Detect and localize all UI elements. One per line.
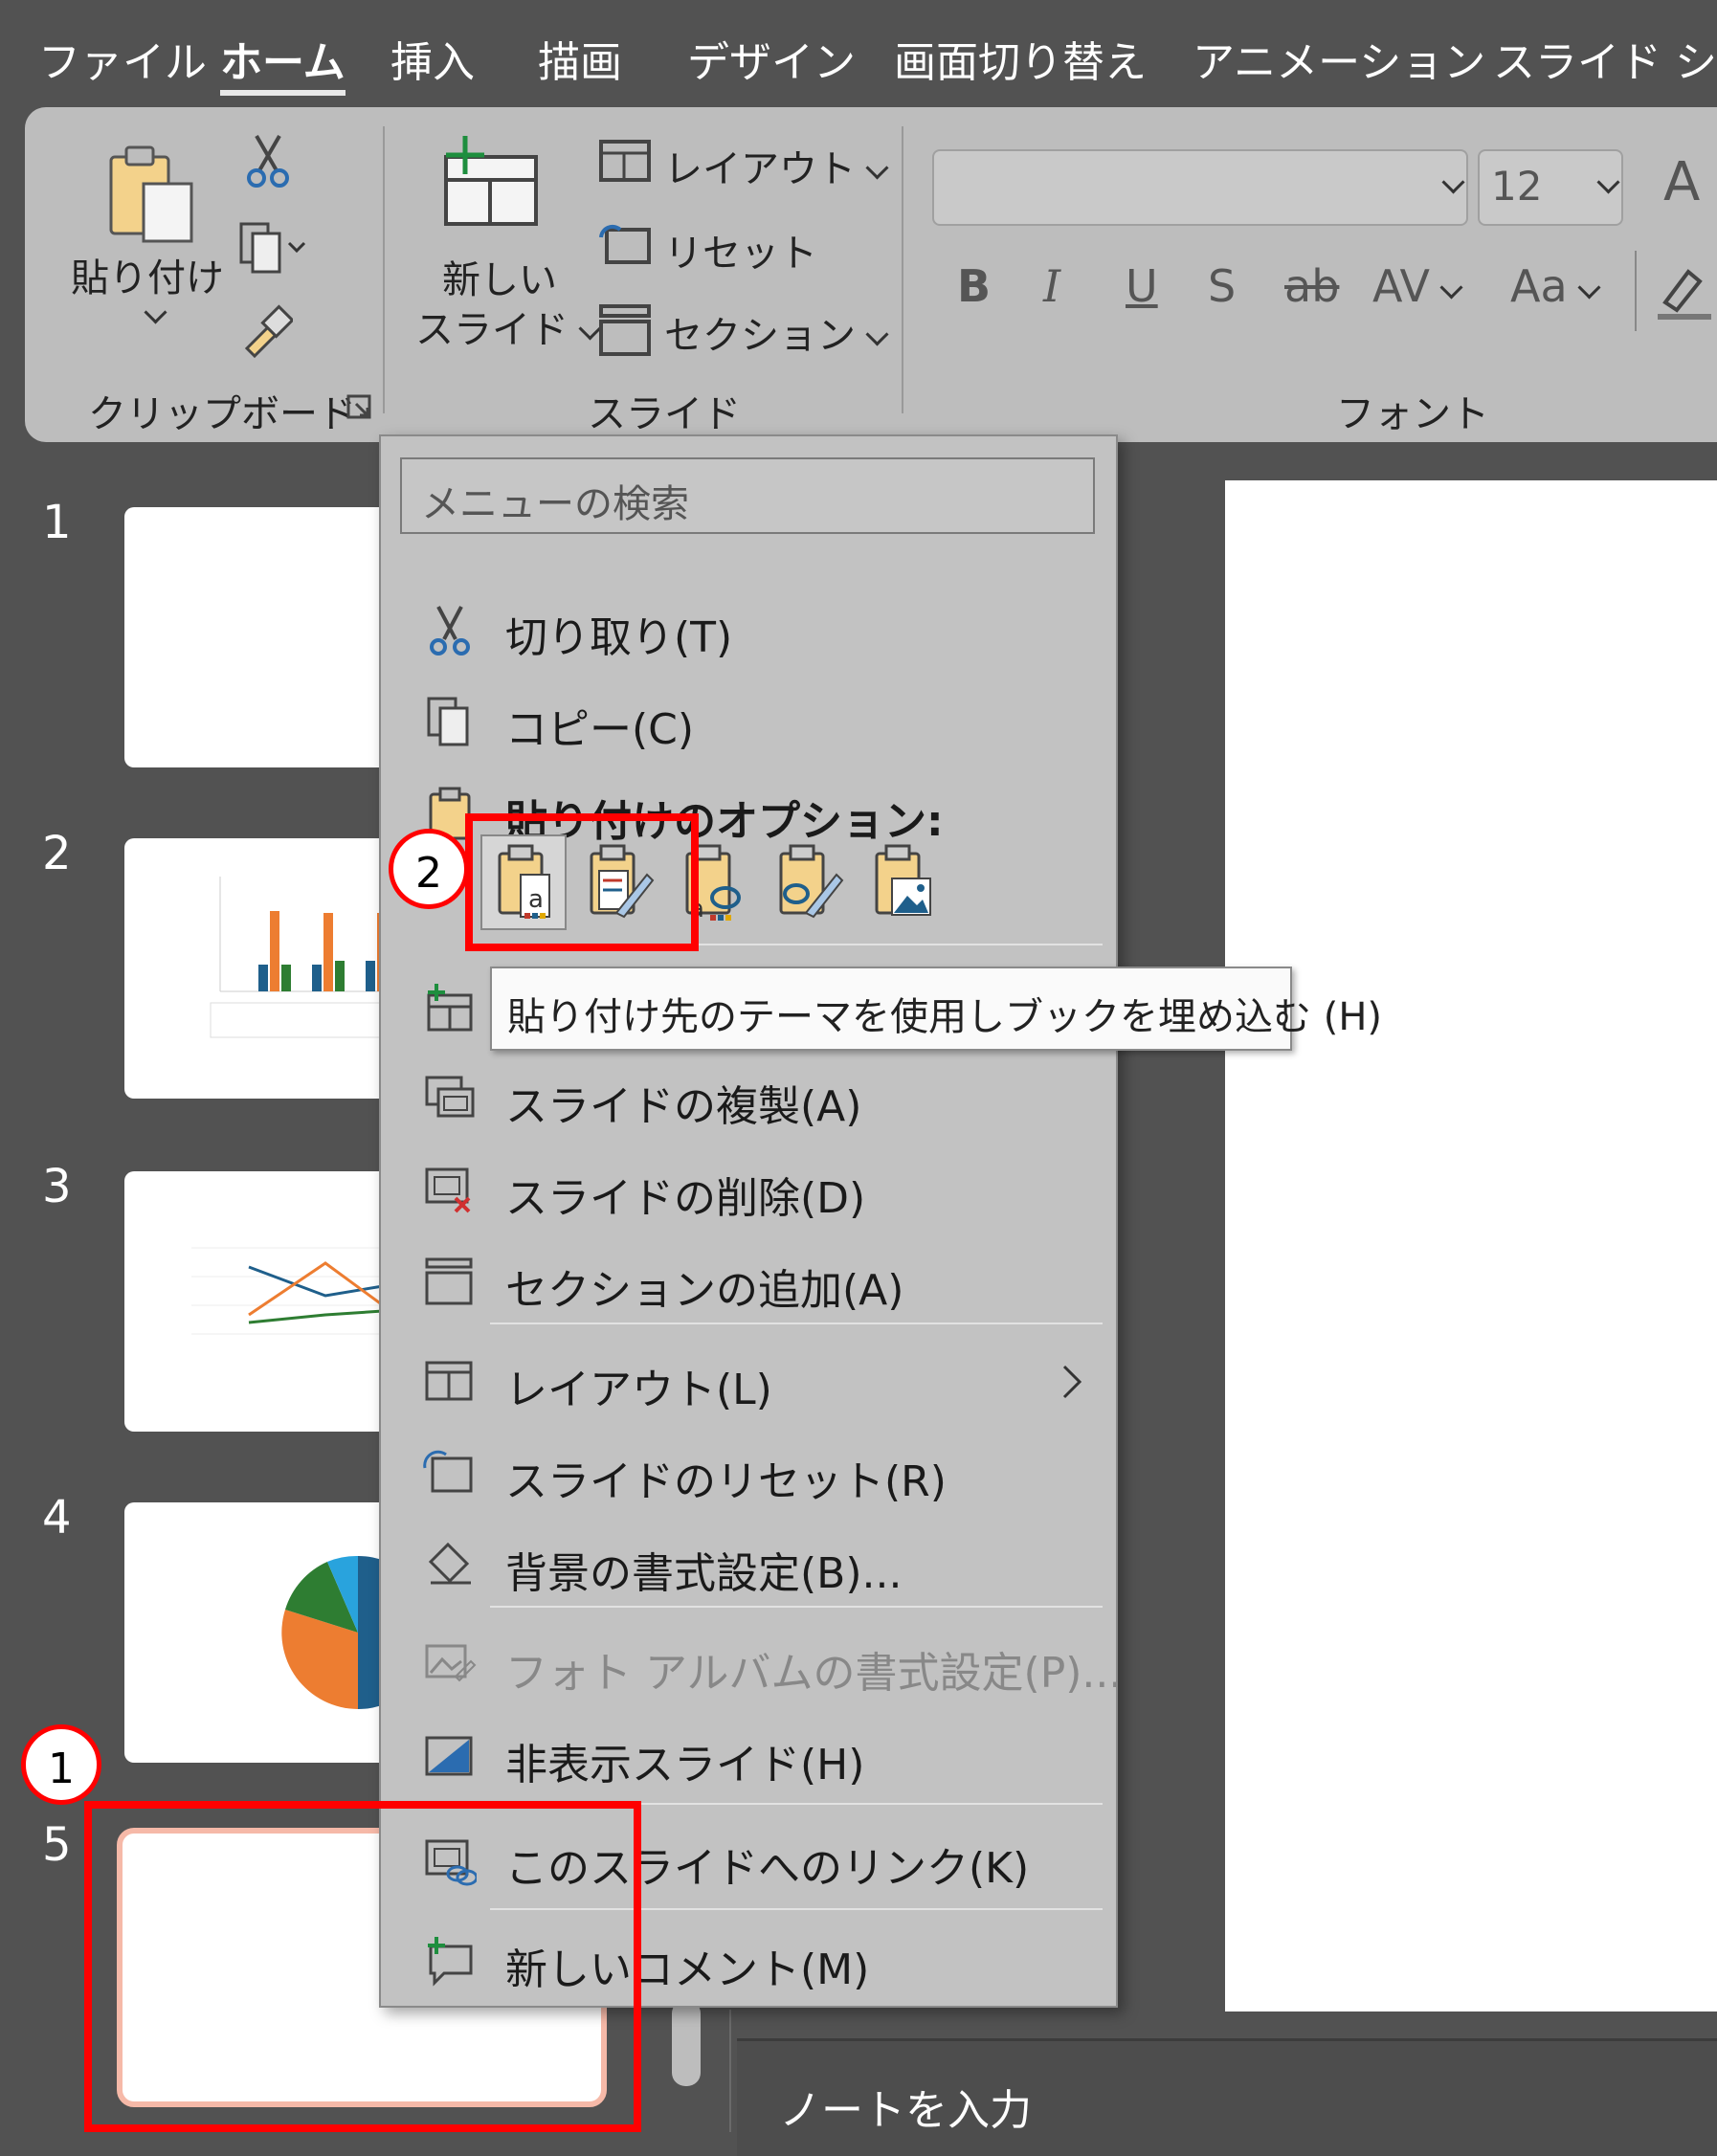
layout-icon[interactable] <box>599 140 651 186</box>
menu-item-label: 切り取り(T) <box>505 613 733 662</box>
layout-button[interactable]: レイアウト <box>664 138 889 193</box>
copy-icon <box>427 697 469 746</box>
paste-button[interactable] <box>105 142 197 245</box>
underline-button[interactable]: U <box>1126 260 1158 312</box>
change-case-button[interactable]: Aa <box>1510 260 1601 312</box>
menu-separator <box>490 1322 1103 1324</box>
new-slide-label-1: 新しい <box>442 258 557 302</box>
format-painter-icon[interactable] <box>239 304 295 362</box>
paste-link-data-icon[interactable] <box>768 836 850 928</box>
tab-transitions[interactable]: 画面切り替え <box>894 34 1147 92</box>
hide-slide-icon <box>425 1736 473 1776</box>
menu-item-label: 非表示スライド(H) <box>505 1741 865 1789</box>
reset-icon[interactable] <box>599 224 651 270</box>
clipboard-group-label: クリップボード <box>88 392 356 436</box>
menu-search-input[interactable]: メニューの検索 <box>400 457 1095 534</box>
paste-picture-icon[interactable] <box>863 836 946 928</box>
duplicate-slide-icon <box>425 1076 475 1118</box>
tab-draw[interactable]: 描画 <box>538 34 622 92</box>
panel-divider <box>729 2010 731 2132</box>
menu-item-hide-slide[interactable]: 非表示スライド(H) <box>381 1717 1116 1797</box>
notes-placeholder: ノートを入力 <box>779 2086 1032 2135</box>
tab-design[interactable]: デザイン <box>687 34 856 92</box>
ribbon-separator <box>1635 251 1637 331</box>
photo-album-icon <box>425 1644 477 1682</box>
delete-slide-icon <box>425 1167 471 1213</box>
cut-icon[interactable] <box>245 134 291 191</box>
shadow-button[interactable]: S <box>1208 260 1236 312</box>
format-background-icon <box>428 1542 471 1585</box>
notes-pane[interactable]: ノートを入力 <box>737 2038 1717 2156</box>
character-spacing-button[interactable]: AV <box>1372 260 1463 312</box>
menu-item-label: スライドのリセット(R) <box>505 1457 947 1506</box>
ribbon-separator <box>383 126 385 413</box>
tab-animations[interactable]: アニメーション <box>1193 34 1485 92</box>
highlight-icon[interactable] <box>1656 264 1713 325</box>
menu-item-label: スライドの複製(A) <box>505 1082 862 1131</box>
new-slide-icon[interactable] <box>440 132 540 232</box>
paste-option-tooltip: 貼り付け先のテーマを使用しブックを埋め込む (H) <box>490 967 1382 1051</box>
menu-item-label: レイアウト(L) <box>505 1366 772 1414</box>
menu-item-add-section[interactable]: セクションの追加(A) <box>381 1242 1116 1322</box>
chevron-right-icon <box>1062 1365 1082 1399</box>
slide-number: 1 <box>42 496 72 549</box>
slide-canvas[interactable] <box>1225 480 1717 2012</box>
annotation-badge-1: 1 <box>21 1724 101 1805</box>
bold-button[interactable]: B <box>957 260 991 312</box>
new-slide-icon <box>427 984 473 1032</box>
paste-icon <box>109 145 193 243</box>
strikethrough-button[interactable]: ab <box>1284 260 1339 312</box>
menu-item-delete-slide[interactable]: スライドの削除(D) <box>381 1150 1116 1231</box>
copy-icon[interactable] <box>239 222 306 279</box>
annotation-box-slide-5 <box>84 1801 641 2132</box>
tab-slideshow[interactable]: スライド ショー <box>1493 34 1717 92</box>
cut-icon <box>430 606 470 656</box>
section-button[interactable]: セクション <box>664 304 889 360</box>
tab-home[interactable]: ホーム <box>220 34 346 96</box>
menu-item-label: セクションの追加(A) <box>505 1266 904 1315</box>
layout-icon <box>425 1361 473 1401</box>
new-slide-label-2[interactable]: スライド <box>415 299 602 354</box>
slide-number: 5 <box>42 1818 72 1872</box>
menu-item-duplicate-slide[interactable]: スライドの複製(A) <box>381 1058 1116 1139</box>
menu-item-layout[interactable]: レイアウト(L) <box>381 1342 1116 1422</box>
tab-file[interactable]: ファイル <box>38 34 207 92</box>
menu-search-placeholder: メニューの検索 <box>421 482 689 526</box>
section-icon <box>425 1257 473 1305</box>
menu-item-copy[interactable]: コピー(C) <box>381 681 1116 762</box>
menu-item-reset-slide[interactable]: スライドのリセット(R) <box>381 1434 1116 1514</box>
paste-dropdown[interactable] <box>134 300 167 330</box>
font-size-select[interactable]: 12 <box>1478 149 1623 226</box>
slides-group-label: スライド <box>588 392 741 436</box>
paste-label: 貼り付け <box>71 256 224 300</box>
reset-icon <box>423 1450 473 1493</box>
section-icon[interactable] <box>599 304 651 360</box>
menu-item-label: コピー(C) <box>505 705 695 754</box>
slide-number: 2 <box>42 827 72 880</box>
tooltip-text: 貼り付け先のテーマを使用しブックを埋め込む (H) <box>507 995 1383 1039</box>
font-name-select[interactable] <box>932 149 1468 226</box>
annotation-badge-2: 2 <box>389 829 469 909</box>
grow-font-button[interactable]: A <box>1663 151 1700 213</box>
menu-item-label: 背景の書式設定(B)... <box>505 1549 903 1598</box>
menu-item-label: フォト アルバムの書式設定(P)... <box>505 1649 1123 1698</box>
menu-separator <box>490 1606 1103 1608</box>
menu-item-photo-album: フォト アルバムの書式設定(P)... <box>381 1625 1122 1705</box>
italic-button[interactable]: I <box>1043 260 1060 312</box>
ribbon-separator <box>902 126 903 413</box>
menu-item-label: スライドの削除(D) <box>505 1174 866 1223</box>
menu-item-format-background[interactable]: 背景の書式設定(B)... <box>381 1525 1116 1606</box>
slide-number: 3 <box>42 1160 72 1213</box>
font-group-label: フォント <box>1336 392 1489 436</box>
annotation-box-paste-options <box>465 813 699 951</box>
menu-item-cut[interactable]: 切り取り(T) <box>381 589 1116 670</box>
panel-scrollbar[interactable] <box>672 2000 701 2086</box>
slide-number: 4 <box>42 1491 72 1545</box>
reset-button[interactable]: リセット <box>664 222 817 278</box>
tab-insert[interactable]: 挿入 <box>390 34 475 92</box>
dialog-launcher-icon[interactable] <box>346 394 371 423</box>
context-menu: メニューの検索 切り取り(T) コピー(C) 貼り付けのオプション: a a ス… <box>379 434 1122 2008</box>
